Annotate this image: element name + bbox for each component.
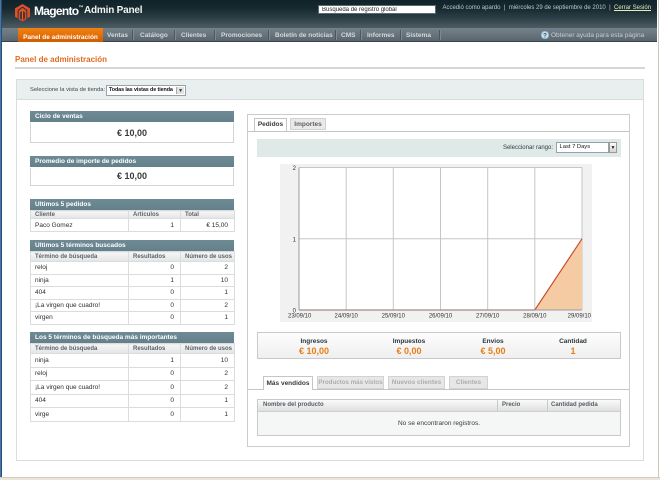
svg-text:25/09/10: 25/09/10 [382, 314, 406, 320]
svg-text:28/09/10: 28/09/10 [523, 314, 547, 320]
svg-text:24/09/10: 24/09/10 [335, 314, 359, 320]
svg-text:23/09/10: 23/09/10 [288, 314, 312, 320]
svg-text:29/09/10: 29/09/10 [568, 314, 592, 320]
svg-text:26/09/10: 26/09/10 [429, 314, 453, 320]
svg-text:?: ? [543, 33, 547, 39]
svg-text:27/09/10: 27/09/10 [476, 314, 500, 320]
